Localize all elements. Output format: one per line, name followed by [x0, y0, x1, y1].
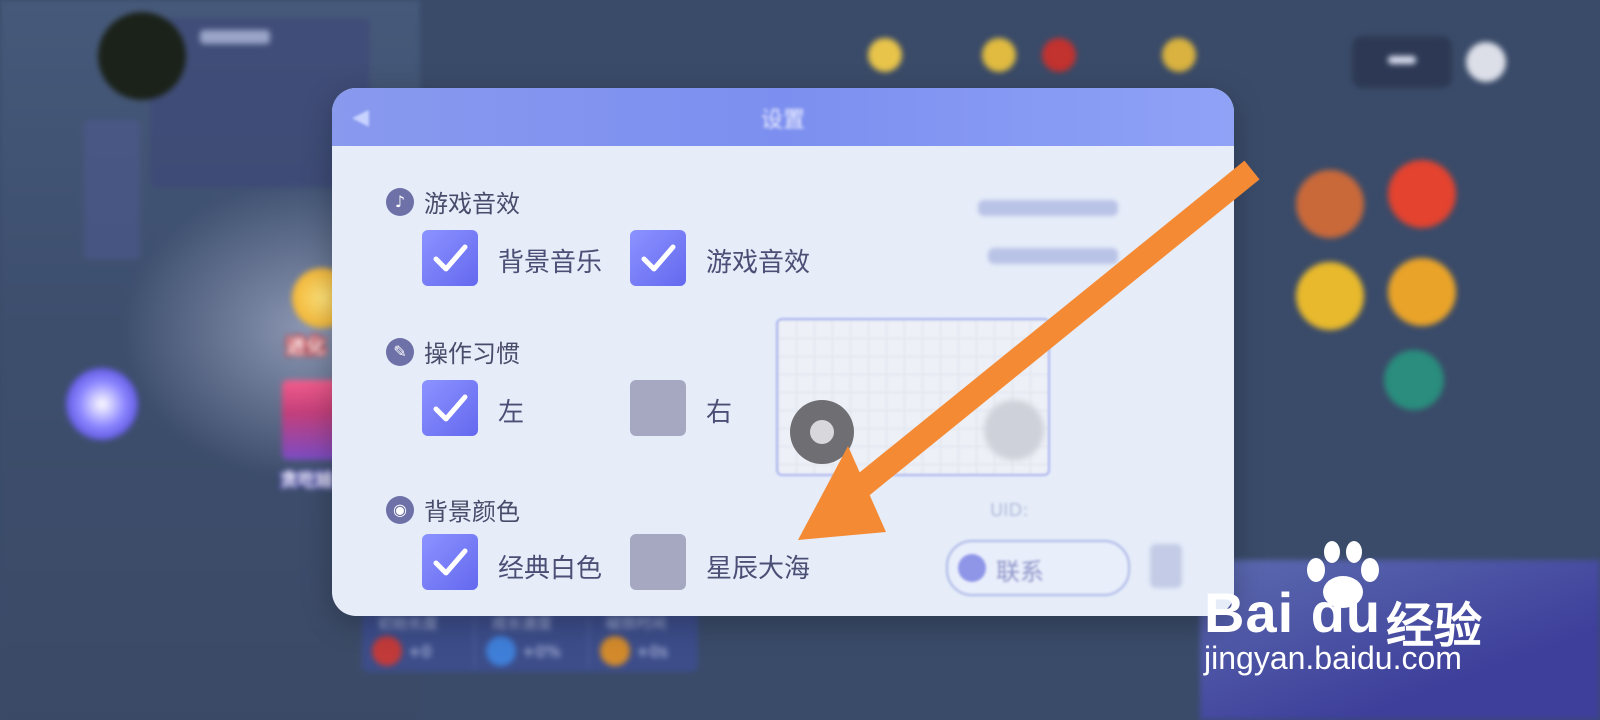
- watermark-brand: Bai du: [1204, 581, 1382, 644]
- baidu-jingyan-watermark: Bai du 经验 jingyan.baidu.com: [1200, 540, 1500, 690]
- watermark-url: jingyan.baidu.com: [1204, 640, 1462, 676]
